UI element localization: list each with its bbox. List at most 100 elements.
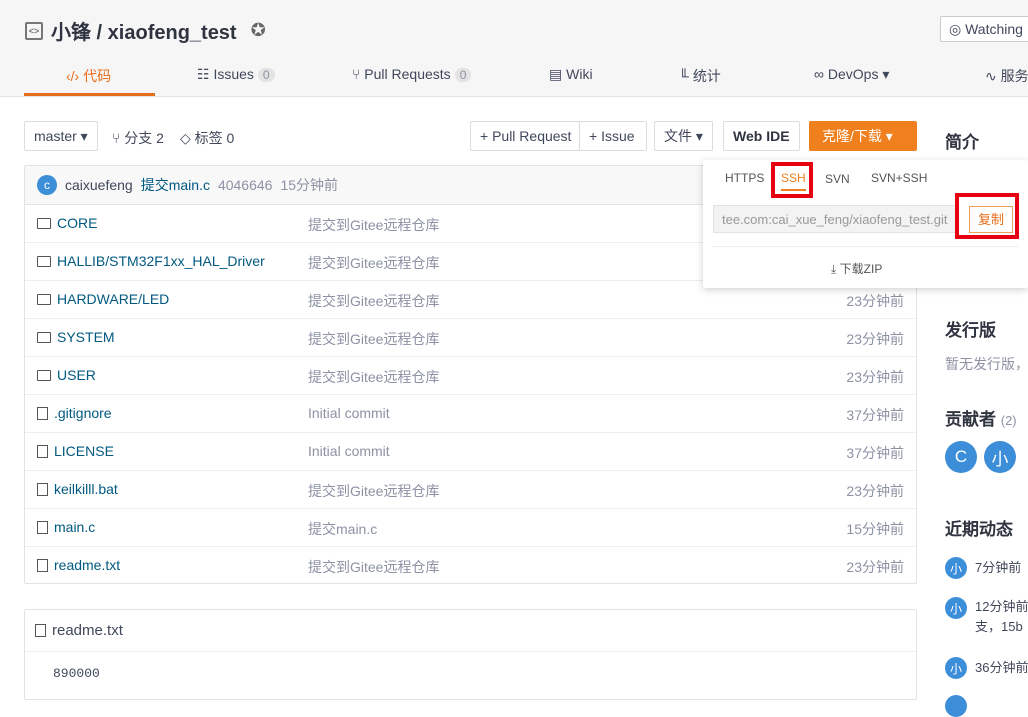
commit-time: 15分钟前 xyxy=(280,177,339,193)
branch-label: master xyxy=(34,128,77,144)
tab-label: Issues xyxy=(213,66,254,82)
file-name-link[interactable]: LICENSE xyxy=(37,443,114,459)
tab-devops[interactable]: ∞ DevOps ▾ xyxy=(814,66,889,83)
file-name: keilkilll.bat xyxy=(54,481,118,497)
branch-icon: ⑂ xyxy=(112,130,121,146)
commit-hash[interactable]: 4046646 xyxy=(218,177,273,193)
file-row: .gitignore Initial commit 37分钟前 xyxy=(25,395,916,433)
file-name-link[interactable]: .gitignore xyxy=(37,405,112,421)
file-time: 37分钟前 xyxy=(846,407,904,423)
file-time: 23分钟前 xyxy=(846,293,904,309)
count-badge: 0 xyxy=(454,68,472,82)
clone-url-input[interactable] xyxy=(713,205,958,233)
file-row: SYSTEM 提交到Gitee远程仓库 23分钟前 xyxy=(25,319,916,357)
repo-name[interactable]: 小锋 / xiaofeng_test xyxy=(51,16,237,45)
tab-label: 统计 xyxy=(692,68,721,84)
release-text: 暂无发行版， xyxy=(945,356,1028,372)
file-commit-message[interactable]: 提交到Gitee远程仓库 xyxy=(308,557,439,577)
highlight-copy xyxy=(955,193,1019,239)
file-time: 37分钟前 xyxy=(846,445,904,461)
tab-code[interactable]: ‹/› 代码 xyxy=(66,66,111,86)
commit-author[interactable]: caixuefeng xyxy=(65,177,133,193)
zip-label: 下载ZIP xyxy=(839,262,883,276)
tags-link[interactable]: ◇ 标签 0 xyxy=(180,128,234,148)
pull-request-button[interactable]: + Pull Request xyxy=(470,121,580,151)
branches-link[interactable]: ⑂ 分支 2 xyxy=(112,128,164,148)
activity-item: 小 12分钟前 支，15b xyxy=(945,597,1028,637)
file-commit-message[interactable]: 提交到Gitee远程仓库 xyxy=(308,481,439,501)
file-name-link[interactable]: readme.txt xyxy=(37,557,120,573)
file-commit-message[interactable]: 提交到Gitee远程仓库 xyxy=(308,253,439,273)
contributor-avatar[interactable]: C xyxy=(945,441,977,473)
tab-issues[interactable]: ☷ Issues 0 xyxy=(197,66,275,83)
file-commit-message[interactable]: 提交到Gitee远程仓库 xyxy=(308,329,439,349)
chart-icon: ╙ xyxy=(679,68,689,84)
file-name: CORE xyxy=(57,215,98,231)
file-icon xyxy=(37,558,48,572)
file-name-link[interactable]: CORE xyxy=(37,215,97,231)
web-ide-button[interactable]: Web IDE xyxy=(723,121,800,151)
clone-download-button[interactable]: 克隆/下载 ▾ xyxy=(809,121,917,151)
file-commit-message[interactable]: Initial commit xyxy=(308,443,390,459)
file-name: USER xyxy=(57,367,96,383)
tab-svn[interactable]: SVN xyxy=(825,172,850,186)
file-name-link[interactable]: keilkilll.bat xyxy=(37,481,118,497)
activity-text: 12分钟前 xyxy=(975,599,1028,614)
file-name-link[interactable]: main.c xyxy=(37,519,95,535)
release-heading: 发行版 xyxy=(945,321,996,340)
files-label: 文件 xyxy=(664,128,692,144)
tab-pull-requests[interactable]: ⑂ Pull Requests 0 xyxy=(352,66,472,82)
contributor-avatar[interactable]: 小 xyxy=(984,441,1016,473)
highlight-ssh xyxy=(771,162,813,198)
avatar[interactable]: 小 xyxy=(945,557,967,579)
file-name: SYSTEM xyxy=(57,329,115,345)
file-commit-message[interactable]: 提交main.c xyxy=(308,519,377,539)
avatar[interactable] xyxy=(945,695,967,717)
activity-item: 小 36分钟前 xyxy=(945,657,1028,679)
file-name-link[interactable]: HARDWARE/LED xyxy=(37,291,169,307)
branch-select[interactable]: master ▾ xyxy=(24,121,98,151)
tab-stats[interactable]: ╙ 统计 xyxy=(679,66,721,86)
avatar[interactable]: 小 xyxy=(945,657,967,679)
tab-services[interactable]: ∿ 服务 xyxy=(985,66,1028,86)
folder-icon xyxy=(37,293,51,305)
folder-icon xyxy=(37,331,51,343)
file-icon xyxy=(37,406,48,420)
count-badge: 0 xyxy=(257,68,275,82)
tab-label: 服务 xyxy=(1000,68,1028,84)
readme-content: 890000 xyxy=(53,666,100,681)
file-name-link[interactable]: HALLIB/STM32F1xx_HAL_Driver xyxy=(37,253,265,269)
file-row: LICENSE Initial commit 37分钟前 xyxy=(25,433,916,471)
activity-text: 7分钟前 xyxy=(975,560,1022,575)
tab-svn-ssh[interactable]: SVN+SSH xyxy=(871,171,927,185)
file-commit-message[interactable]: 提交到Gitee远程仓库 xyxy=(308,291,439,311)
tag-icon: ◇ xyxy=(180,130,191,146)
contributors-label: 贡献者 xyxy=(945,410,996,429)
avatar[interactable]: 小 xyxy=(945,597,967,619)
avatar[interactable]: c xyxy=(37,175,57,195)
file-icon xyxy=(37,444,48,458)
tab-label: DevOps xyxy=(827,66,879,82)
download-zip-link[interactable]: ⤓ 下载ZIP xyxy=(831,260,882,277)
file-commit-message[interactable]: Initial commit xyxy=(308,405,390,421)
watch-button[interactable]: ◎ Watching xyxy=(940,16,1028,42)
file-name: HALLIB/STM32F1xx_HAL_Driver xyxy=(57,253,265,269)
file-commit-message[interactable]: 提交到Gitee远程仓库 xyxy=(308,215,439,235)
tab-https[interactable]: HTTPS xyxy=(725,171,764,185)
tab-wiki[interactable]: ▤ Wiki xyxy=(549,66,593,83)
code-icon: ‹/› xyxy=(66,68,80,84)
issue-button[interactable]: + Issue xyxy=(579,121,647,151)
file-commit-message[interactable]: 提交到Gitee远程仓库 xyxy=(308,367,439,387)
file-row: keilkilll.bat 提交到Gitee远程仓库 23分钟前 xyxy=(25,471,916,509)
file-row: main.c 提交main.c 15分钟前 xyxy=(25,509,916,547)
pulse-icon: ∿ xyxy=(985,68,997,84)
file-name-link[interactable]: USER xyxy=(37,367,96,383)
file-name-link[interactable]: SYSTEM xyxy=(37,329,115,345)
file-time: 15分钟前 xyxy=(846,521,904,537)
file-time: 23分钟前 xyxy=(846,483,904,499)
file-time: 23分钟前 xyxy=(846,559,904,575)
file-row: USER 提交到Gitee远程仓库 23分钟前 xyxy=(25,357,916,395)
activity-text: 36分钟前 xyxy=(975,660,1028,675)
commit-message[interactable]: 提交main.c xyxy=(141,175,210,195)
files-button[interactable]: 文件 ▾ xyxy=(654,121,713,151)
